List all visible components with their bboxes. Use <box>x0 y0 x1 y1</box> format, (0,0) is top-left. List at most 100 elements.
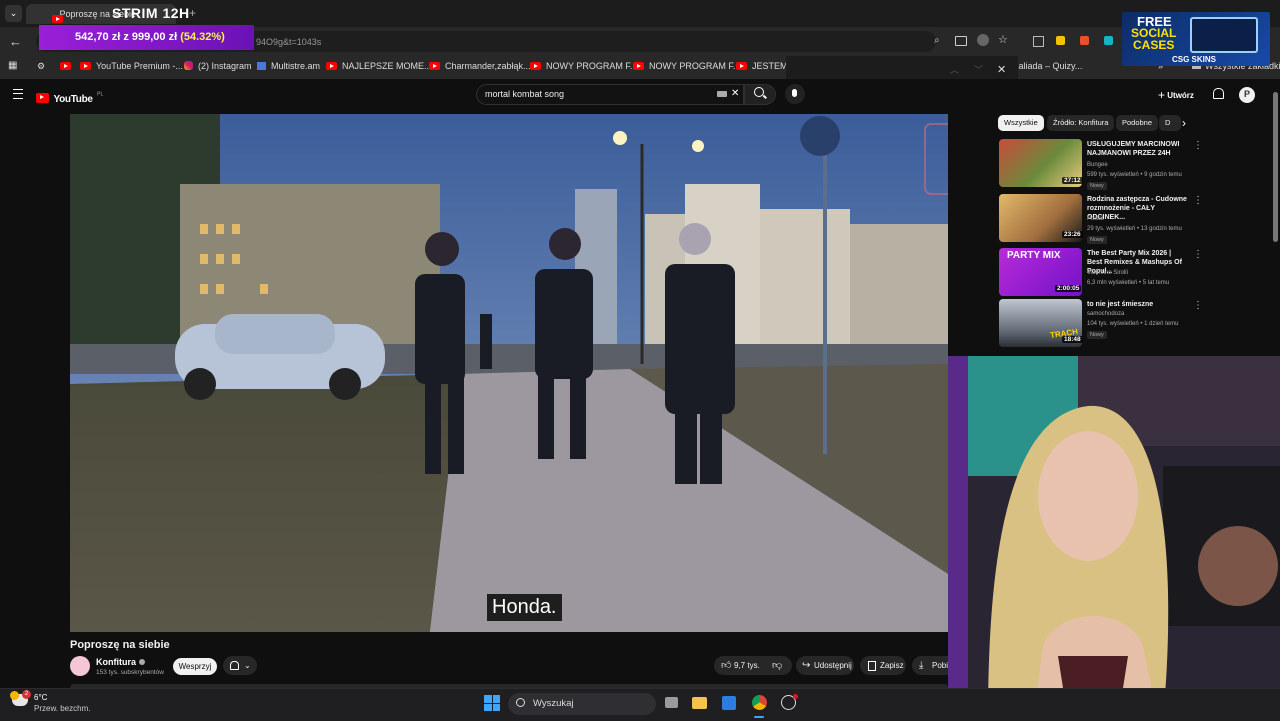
weather-description[interactable]: Przew. bezchm. <box>34 704 90 713</box>
zoom-icon[interactable]: ⌕ <box>934 35 940 46</box>
bookmark-nowy-program-1[interactable]: NOWY PROGRAM F... <box>530 61 637 71</box>
recommendation-channel[interactable]: samochodoza <box>1087 311 1124 317</box>
youtube-logo[interactable]: YouTube PL <box>36 89 103 107</box>
webcam-illustration <box>948 356 1280 720</box>
clear-search-icon[interactable]: ✕ <box>731 88 739 99</box>
video-subtitle: Honda. <box>487 594 562 621</box>
recommendation-meta: 104 tys. wyświetleń • 1 dzień temu <box>1087 321 1179 327</box>
recommendation-channel[interactable]: Polsat <box>1087 216 1104 222</box>
find-close-icon[interactable]: ✕ <box>997 63 1006 76</box>
ad-text-cases: CASES <box>1133 38 1175 52</box>
extension-tiktok-icon[interactable] <box>1033 36 1044 47</box>
chrome-icon[interactable] <box>752 695 767 710</box>
store-icon[interactable] <box>722 696 736 710</box>
create-button[interactable]: + Utwórz <box>1158 88 1194 102</box>
start-tile <box>492 703 500 711</box>
notifications-dropdown-button[interactable]: ⌄ <box>223 656 257 675</box>
share-arrow-icon: ↪ <box>802 660 811 671</box>
share-label: Udostępnij <box>814 661 852 670</box>
windows-start-icon[interactable] <box>484 695 500 711</box>
bookmark-quizy[interactable]: sialiada – Quizy... <box>1012 61 1082 71</box>
chip-all[interactable]: Wszystkie <box>998 115 1044 131</box>
settings-icon[interactable]: ⚙ <box>37 61 45 72</box>
recommendation-channel[interactable]: Valentino Sirolli <box>1087 270 1128 276</box>
share-button[interactable]: ↪ Udostępnij <box>796 656 854 675</box>
duration-badge: 18:48 <box>1062 336 1083 343</box>
page-scrollbar[interactable] <box>1273 92 1278 242</box>
file-explorer-icon[interactable] <box>692 697 707 709</box>
like-count: 9,7 tys. <box>734 661 760 670</box>
find-down-icon[interactable]: ﹀ <box>974 63 983 76</box>
donation-percent: (54.32%) <box>180 31 225 43</box>
save-button[interactable]: Zapisz <box>860 656 906 675</box>
bookmark-nowy-program-2[interactable]: NOWY PROGRAM F... <box>633 61 740 71</box>
youtube-favicon-icon <box>80 62 91 70</box>
download-button[interactable]: ⤓ Pobi <box>912 656 948 675</box>
duration-badge: 2:00:05 <box>1055 285 1082 292</box>
dislike-button[interactable]: 👎︎ <box>766 656 792 675</box>
extension-cyan-icon[interactable] <box>1104 36 1113 45</box>
task-view-icon[interactable] <box>665 697 678 708</box>
back-arrow-icon[interactable]: ← <box>9 34 22 49</box>
more-options-icon[interactable]: ⋮ <box>1193 249 1203 260</box>
microphone-icon <box>792 89 797 97</box>
weather-temperature[interactable]: 6°C <box>34 693 47 702</box>
recommendation-channel[interactable]: Bungee <box>1087 162 1108 168</box>
bookmark-instagram[interactable]: (2) Instagram <box>184 61 252 71</box>
find-up-icon[interactable]: ︿ <box>950 63 959 76</box>
bookmark-label: Charmander,zabłąk... <box>445 61 531 71</box>
bookmark-star-icon[interactable]: ☆ <box>998 33 1008 46</box>
tab-list-button[interactable]: ⌄ <box>5 5 22 22</box>
bookmark-label: sialiada – Quizy... <box>1012 61 1083 71</box>
verified-icon <box>138 659 145 665</box>
bookmark-label: NAJLEPSZE MOME... <box>342 61 432 71</box>
more-options-icon[interactable]: ⋮ <box>1193 140 1203 151</box>
bookmark-najlepsze[interactable]: NAJLEPSZE MOME... <box>326 61 432 71</box>
bookmark-charmander[interactable]: Charmander,zabłąk... <box>429 61 531 71</box>
donation-goal-text: 542,70 zł z 999,00 zł (54.32%) <box>75 31 225 43</box>
more-options-icon[interactable]: ⋮ <box>1193 300 1203 311</box>
weather-sun-icon <box>10 691 19 700</box>
taskbar-search-placeholder: Wyszukaj <box>533 698 574 709</box>
apps-grid-icon[interactable]: ▦ <box>8 60 17 71</box>
support-button[interactable]: Wesprzyj <box>173 658 217 675</box>
multistream-icon <box>257 62 266 70</box>
bookmarks-bar: ▦ ⚙ YouTube Premium -... (2) Instagram M… <box>0 57 1280 80</box>
recommendation-title[interactable]: USŁUGUJEMY MARCINOWI NAJMANOWI PRZEZ 24H <box>1087 140 1187 158</box>
create-label: Utwórz <box>1167 91 1194 100</box>
install-app-icon[interactable] <box>955 36 967 46</box>
bookmark-multistream[interactable]: Multistre.am <box>257 61 320 71</box>
keyboard-icon[interactable] <box>717 91 727 97</box>
youtube-favicon-icon <box>60 62 71 70</box>
save-bookmark-icon <box>868 661 876 671</box>
chip-more[interactable]: D <box>1159 115 1181 131</box>
taskbar-search-input[interactable] <box>508 693 656 715</box>
bell-icon <box>230 661 239 670</box>
chip-related[interactable]: Podobne <box>1116 115 1159 131</box>
recommendation-title[interactable]: to nie jest śmieszne <box>1087 300 1187 309</box>
video-title: Poproszę na siebie <box>70 639 170 651</box>
youtube-logo-text: YouTube <box>53 94 93 105</box>
extension-red-icon[interactable] <box>1080 36 1089 45</box>
start-tile <box>484 703 492 711</box>
bookmark-label: NOWY PROGRAM F... <box>649 61 741 71</box>
bookmark-youtube-icon[interactable] <box>60 61 76 71</box>
new-tab-button[interactable]: + <box>189 6 196 20</box>
new-badge: Nowy <box>1087 236 1107 244</box>
video-player[interactable] <box>70 114 948 632</box>
channel-name[interactable]: Konfitura <box>96 657 145 667</box>
chip-source[interactable]: Źródło: Konfitura <box>1047 115 1115 131</box>
download-label: Pobi <box>932 661 949 670</box>
extension-yellow-icon[interactable] <box>1056 36 1065 45</box>
party-mix-thumbnail-text: PARTY MIX <box>1007 250 1061 261</box>
case-illustration-icon <box>1190 17 1258 53</box>
chips-next-chevron-icon[interactable]: › <box>1182 116 1186 130</box>
more-options-icon[interactable]: ⋮ <box>1193 195 1203 206</box>
chrome-active-indicator <box>754 716 764 718</box>
hamburger-menu-icon[interactable] <box>13 89 23 99</box>
donation-amount: 542,70 zł z 999,00 zł <box>75 31 178 43</box>
notifications-bell-icon[interactable] <box>1213 88 1224 99</box>
channel-avatar[interactable] <box>70 656 90 676</box>
bookmark-youtube-premium[interactable]: YouTube Premium -... <box>80 61 183 71</box>
extension-icon[interactable] <box>977 34 989 46</box>
